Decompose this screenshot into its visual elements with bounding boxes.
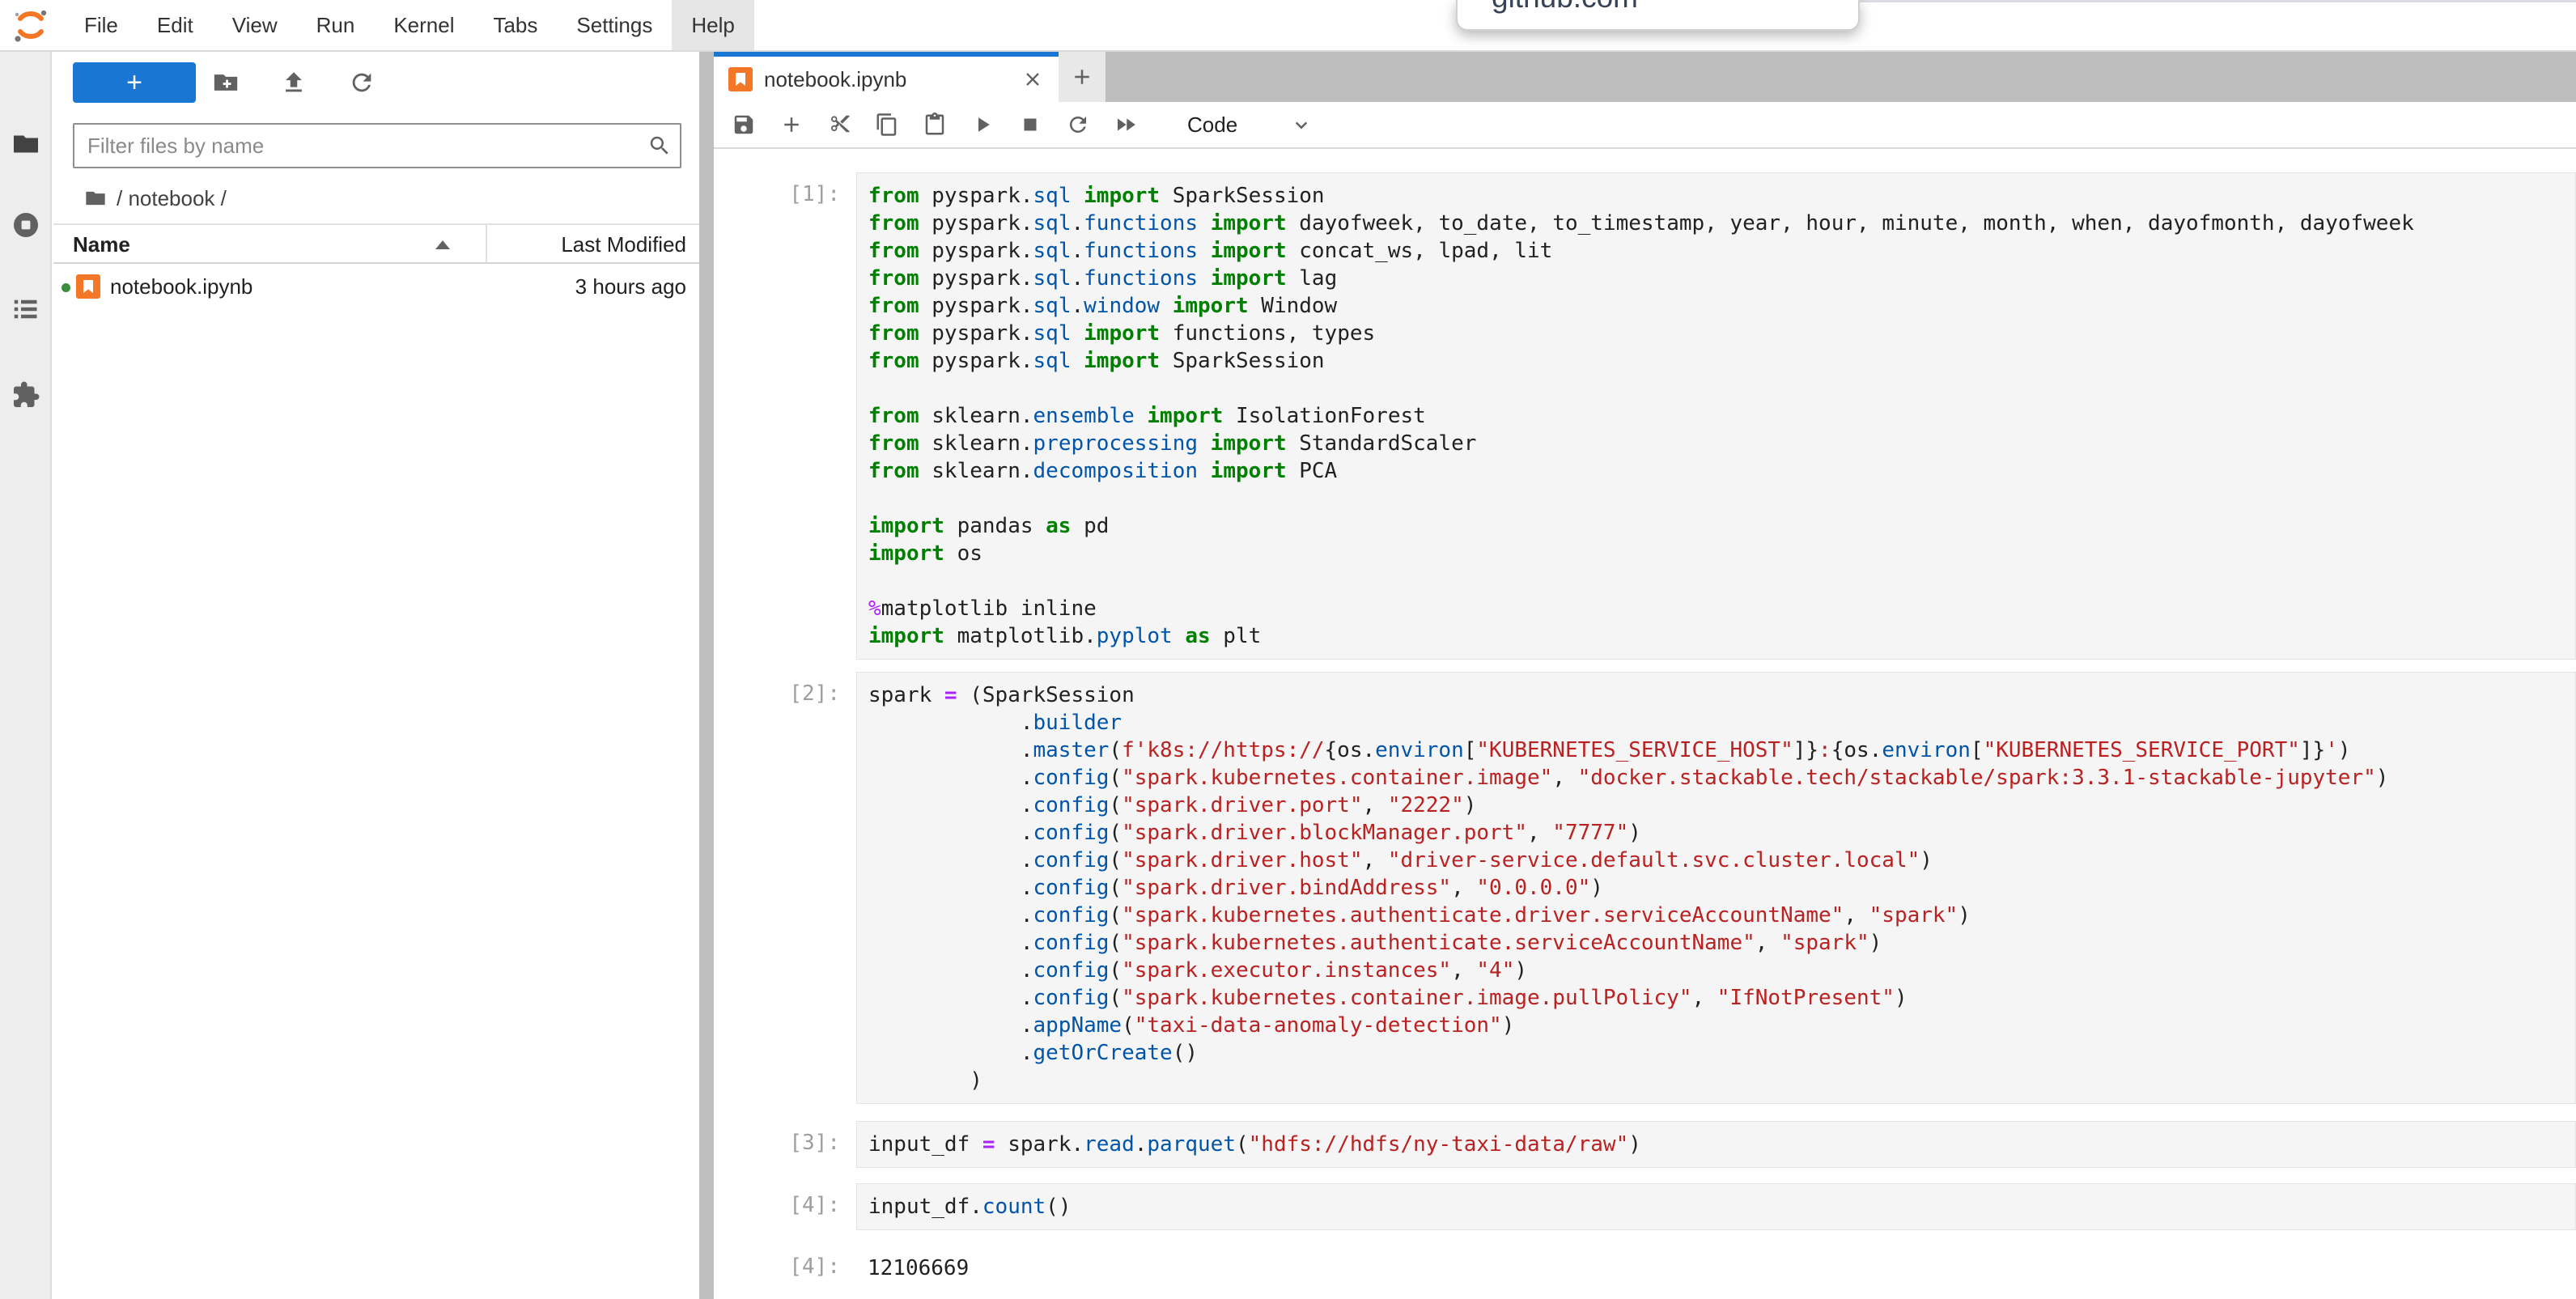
code-cell: [4]: input_df.count() — [714, 1183, 2576, 1230]
copy-icon[interactable] — [875, 112, 899, 137]
menu-settings[interactable]: Settings — [557, 0, 672, 50]
save-icon[interactable] — [732, 112, 756, 137]
menu-bar: File Edit View Run Kernel Tabs Settings … — [0, 0, 2576, 52]
cell-editor[interactable]: spark = (SparkSession .builder .master(f… — [856, 672, 2576, 1104]
restart-run-all-icon[interactable] — [1114, 112, 1138, 137]
close-icon[interactable] — [1021, 68, 1044, 91]
menu-tabs[interactable]: Tabs — [473, 0, 557, 50]
restart-icon[interactable] — [1066, 112, 1090, 137]
notebook-toolbar: Code — [714, 102, 2576, 149]
run-icon[interactable] — [970, 112, 995, 137]
add-cell-icon[interactable] — [779, 112, 804, 137]
browser-popup: github.com — [1456, 0, 1860, 31]
cell-prompt: [2]: — [714, 672, 840, 1104]
file-last-modified: 3 hours ago — [575, 274, 686, 299]
notebook-file-icon — [76, 274, 100, 299]
tab-label: notebook.ipynb — [764, 67, 1021, 92]
window-top-edge — [1860, 0, 2576, 2]
output-text: 12106669 — [856, 1245, 980, 1292]
stop-icon[interactable] — [1018, 112, 1042, 137]
cell-prompt: [3]: — [714, 1121, 840, 1168]
menu-kernel[interactable]: Kernel — [374, 0, 473, 50]
code-cell: [3]: input_df = spark.read.parquet("hdfs:… — [714, 1121, 2576, 1168]
new-launcher-button[interactable]: + — [73, 62, 196, 103]
table-of-contents-icon[interactable] — [11, 295, 40, 324]
breadcrumb-path: / notebook / — [117, 186, 227, 211]
menu-run[interactable]: Run — [297, 0, 375, 50]
file-browser-icon[interactable] — [11, 129, 40, 159]
file-list-header: Name Last Modified — [53, 223, 699, 264]
popup-origin-text: github.com — [1492, 0, 1638, 15]
tab-bar: notebook.ipynb — [714, 52, 2576, 102]
notebook-file-icon — [728, 67, 753, 91]
output-area: [4]: 12106669 — [714, 1245, 2576, 1292]
cell-prompt: [1]: — [714, 172, 840, 660]
file-list-item[interactable]: notebook.ipynb 3 hours ago — [53, 265, 699, 309]
filter-files-input[interactable] — [73, 123, 681, 168]
cell-editor[interactable]: from pyspark.sql import SparkSession fro… — [856, 172, 2576, 660]
file-browser-panel: + / notebook / Name Last Modified — [53, 52, 699, 1299]
menu-view[interactable]: View — [213, 0, 297, 50]
running-sessions-icon[interactable] — [11, 210, 40, 240]
cell-type-dropdown[interactable]: Code — [1187, 112, 1237, 138]
sort-ascending-icon — [435, 240, 450, 249]
menu-edit[interactable]: Edit — [138, 0, 213, 50]
cut-icon[interactable] — [827, 112, 851, 137]
output-prompt: [4]: — [714, 1245, 840, 1292]
paste-icon[interactable] — [923, 112, 947, 137]
cell-editor[interactable]: input_df.count() — [856, 1183, 2576, 1230]
modified-dot — [62, 283, 70, 292]
menu-file[interactable]: File — [65, 0, 138, 50]
tab-notebook[interactable]: notebook.ipynb — [714, 52, 1059, 102]
column-header-name[interactable]: Name — [73, 232, 130, 257]
jupyter-logo-icon — [11, 6, 50, 45]
new-folder-icon[interactable] — [212, 69, 240, 96]
file-name: notebook.ipynb — [110, 274, 253, 299]
home-folder-icon[interactable] — [84, 187, 107, 210]
new-tab-button[interactable] — [1059, 52, 1106, 102]
search-icon — [647, 134, 672, 158]
column-divider — [486, 225, 487, 262]
refresh-icon[interactable] — [348, 69, 376, 96]
notebook-scroll-area[interactable]: [1]:from pyspark.sql import SparkSession… — [714, 149, 2576, 1299]
code-cell: [1]:from pyspark.sql import SparkSession… — [714, 172, 2576, 660]
upload-icon[interactable] — [280, 69, 308, 96]
cell-prompt: [4]: — [714, 1183, 840, 1230]
code-cell: [2]:spark = (SparkSession .builder .mast… — [714, 672, 2576, 1104]
breadcrumb[interactable]: / notebook / — [53, 180, 699, 217]
cell-editor[interactable]: input_df = spark.read.parquet("hdfs://hd… — [856, 1121, 2576, 1168]
column-header-last-modified[interactable]: Last Modified — [561, 232, 686, 257]
plus-icon — [1070, 65, 1094, 89]
extensions-icon[interactable] — [11, 380, 40, 410]
main-dock: notebook.ipynb — [714, 52, 2576, 1299]
menu-help[interactable]: Help — [672, 0, 753, 50]
panel-resize-sash[interactable] — [699, 52, 714, 1299]
chevron-down-icon[interactable] — [1289, 112, 1313, 137]
activity-bar — [0, 52, 52, 1299]
